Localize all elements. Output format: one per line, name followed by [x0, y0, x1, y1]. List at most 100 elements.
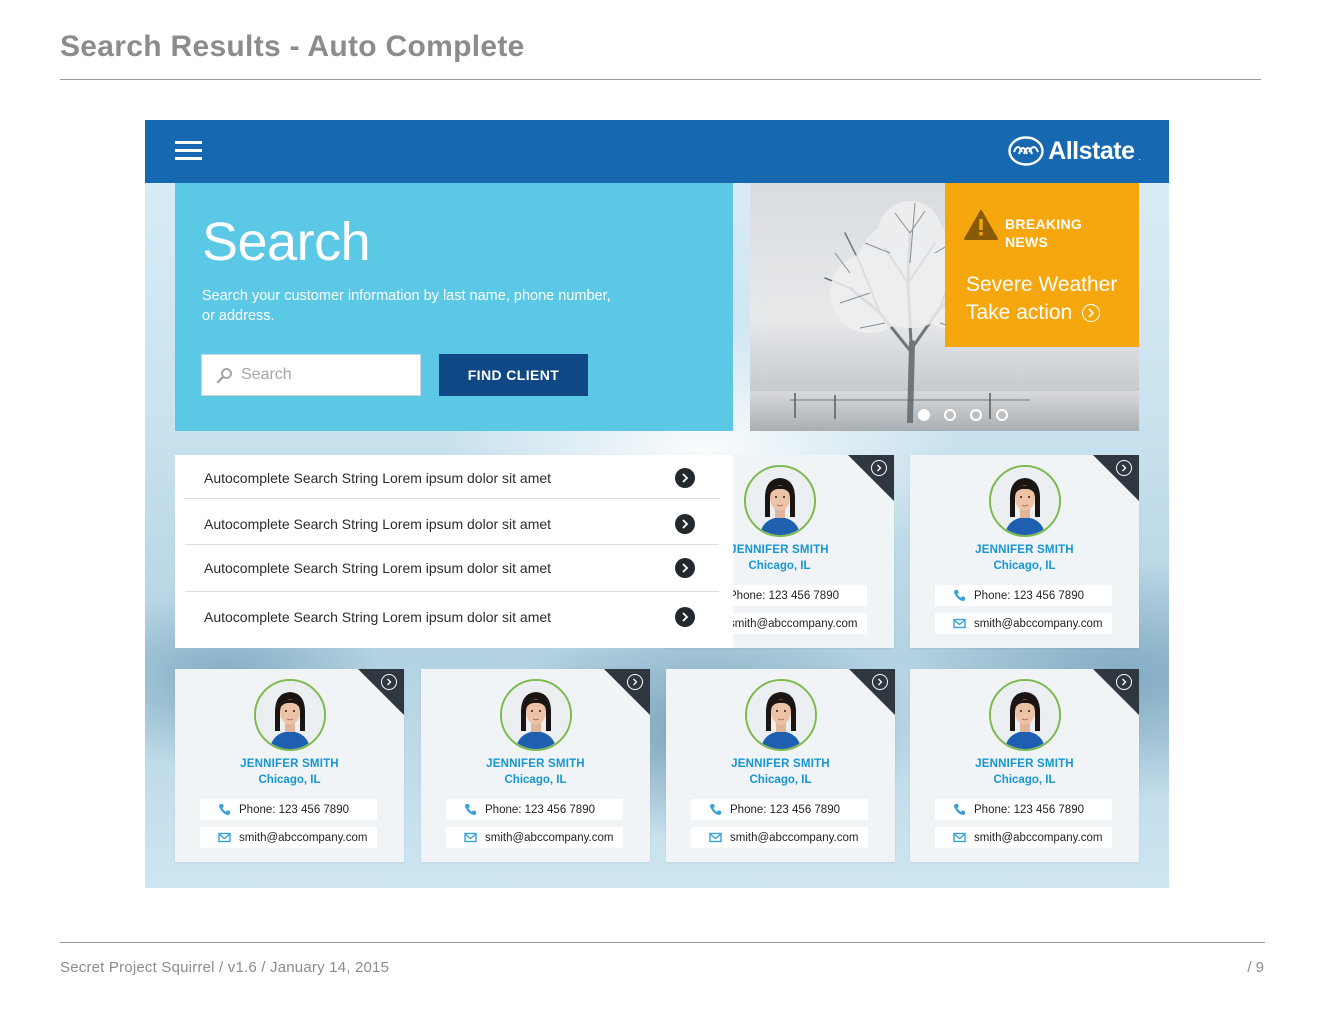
breaking-news-label: BREAKING NEWS [1005, 216, 1083, 250]
chevron-right-icon [675, 558, 695, 578]
card-corner [1093, 455, 1139, 501]
autocomplete-item[interactable]: Autocomplete Search String Lorem ipsum d… [185, 594, 719, 640]
breaking-news-banner[interactable]: BREAKING NEWS Severe Weather Take action [945, 183, 1139, 347]
chevron-right-icon[interactable] [872, 674, 888, 690]
carousel-dots [918, 409, 1008, 421]
document-title: Search Results - Auto Complete [60, 30, 525, 63]
client-email-text: smith@abccompany.com [974, 831, 1103, 844]
client-phone-text: Phone: 123 456 7890 [485, 803, 595, 816]
top-bar: Allstate . [145, 120, 1169, 183]
card-corner [1093, 669, 1139, 715]
client-email[interactable]: smith@abccompany.com [935, 613, 1112, 634]
avatar [500, 679, 572, 751]
warning-icon [964, 210, 998, 240]
chevron-right-icon[interactable] [381, 674, 397, 690]
chevron-right-icon [1082, 304, 1101, 322]
chevron-right-icon[interactable] [871, 460, 887, 476]
client-city: Chicago, IL [258, 774, 321, 786]
chevron-right-icon[interactable] [627, 674, 643, 690]
mail-icon [218, 832, 231, 843]
autocomplete-divider [185, 591, 719, 592]
search-description: Search your customer information by last… [202, 288, 611, 324]
avatar [254, 679, 326, 751]
autocomplete-dropdown: Autocomplete Search String Lorem ipsum d… [175, 455, 733, 648]
carousel-dot-3[interactable] [970, 409, 982, 421]
phone-icon [219, 804, 230, 815]
client-email-text: smith@abccompany.com [239, 831, 368, 844]
mail-icon [953, 832, 966, 843]
client-phone-text: Phone: 123 456 7890 [974, 589, 1084, 602]
find-client-button[interactable]: FIND CLIENT [439, 354, 588, 396]
client-email-text: smith@abccompany.com [485, 831, 614, 844]
search-title: Search [202, 212, 371, 272]
app-frame: Allstate . Search Search your customer i… [145, 120, 1169, 888]
document-footer: Secret Project Squirrel / v1.6 / January… [60, 959, 390, 976]
header-divider [60, 79, 1261, 80]
client-card[interactable]: JENNIFER SMITH Chicago, IL Phone: 123 45… [175, 669, 404, 862]
client-phone-text: Phone: 123 456 7890 [730, 803, 840, 816]
client-email[interactable]: smith@abccompany.com [200, 827, 377, 848]
autocomplete-item-text: Autocomplete Search String Lorem ipsum d… [204, 609, 552, 625]
client-card[interactable]: JENNIFER SMITH Chicago, IL Phone: 123 45… [666, 669, 895, 862]
autocomplete-item-text: Autocomplete Search String Lorem ipsum d… [204, 470, 552, 486]
avatar [989, 679, 1061, 751]
chevron-right-icon [675, 607, 695, 627]
autocomplete-item[interactable]: Autocomplete Search String Lorem ipsum d… [185, 545, 719, 591]
hamburger-icon[interactable] [175, 141, 203, 161]
search-input[interactable] [241, 366, 401, 384]
take-action-link[interactable]: Take action [966, 299, 1101, 327]
allstate-hands-icon [1008, 136, 1044, 166]
client-email[interactable]: smith@abccompany.com [935, 827, 1112, 848]
chevron-right-icon[interactable] [1116, 460, 1132, 476]
logo-text: Allstate [1048, 136, 1135, 165]
avatar [744, 465, 816, 537]
client-name: JENNIFER SMITH [975, 544, 1074, 556]
client-city: Chicago, IL [749, 774, 812, 786]
chevron-right-icon [675, 514, 695, 534]
chevron-right-icon [675, 468, 695, 488]
client-card[interactable]: JENNIFER SMITH Chicago, IL Phone: 123 45… [421, 669, 650, 862]
autocomplete-divider [185, 498, 719, 499]
client-email-text: smith@abccompany.com [974, 617, 1103, 630]
client-phone[interactable]: Phone: 123 456 7890 [691, 799, 868, 820]
search-icon [216, 367, 232, 383]
chevron-right-icon[interactable] [1116, 674, 1132, 690]
carousel-dot-2[interactable] [944, 409, 956, 421]
card-corner [604, 669, 650, 715]
client-email-text: smith@abccompany.com [729, 617, 858, 630]
mail-icon [464, 832, 477, 843]
allstate-logo[interactable]: Allstate . [1008, 134, 1141, 168]
client-card[interactable]: JENNIFER SMITH Chicago, IL Phone: 123 45… [910, 669, 1139, 862]
client-phone[interactable]: Phone: 123 456 7890 [200, 799, 377, 820]
card-corner [848, 455, 894, 501]
client-phone[interactable]: Phone: 123 456 7890 [446, 799, 623, 820]
client-email[interactable]: smith@abccompany.com [691, 827, 868, 848]
client-city: Chicago, IL [993, 560, 1056, 572]
card-corner [849, 669, 895, 715]
search-field[interactable] [201, 354, 421, 396]
news-headline: Severe Weather [966, 273, 1118, 296]
client-name: JENNIFER SMITH [240, 758, 339, 770]
client-card[interactable]: JENNIFER SMITH Chicago, IL Phone: 123 45… [910, 455, 1139, 648]
phone-icon [465, 804, 476, 815]
carousel-dot-4[interactable] [996, 409, 1008, 421]
carousel-dot-1[interactable] [918, 409, 930, 421]
logo-mark-dot: . [1138, 152, 1141, 162]
client-email[interactable]: smith@abccompany.com [446, 827, 623, 848]
card-corner [358, 669, 404, 715]
client-name: JENNIFER SMITH [975, 758, 1074, 770]
autocomplete-item[interactable]: Autocomplete Search String Lorem ipsum d… [185, 501, 719, 547]
mail-icon [953, 618, 966, 629]
avatar [989, 465, 1061, 537]
client-city: Chicago, IL [993, 774, 1056, 786]
autocomplete-item[interactable]: Autocomplete Search String Lorem ipsum d… [185, 455, 719, 501]
autocomplete-item-text: Autocomplete Search String Lorem ipsum d… [204, 516, 552, 532]
client-name: JENNIFER SMITH [486, 758, 585, 770]
footer-divider [60, 942, 1265, 943]
page-number: / 9 [1247, 959, 1264, 976]
autocomplete-item-text: Autocomplete Search String Lorem ipsum d… [204, 560, 552, 576]
phone-icon [954, 804, 965, 815]
client-phone-text: Phone: 123 456 7890 [974, 803, 1084, 816]
client-phone[interactable]: Phone: 123 456 7890 [935, 799, 1112, 820]
client-phone[interactable]: Phone: 123 456 7890 [935, 585, 1112, 606]
